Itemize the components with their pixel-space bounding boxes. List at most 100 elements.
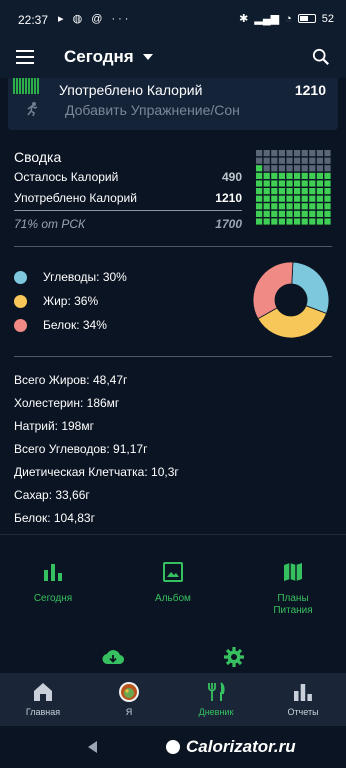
calorie-grid-cell [324,203,331,210]
calorie-grid-cell [316,172,323,179]
calorie-grid-cell [316,165,323,172]
map-icon [284,563,302,581]
calorie-grid-cell [263,188,270,195]
bottom-nav: Главная Я Дневник Отчеты [0,673,346,726]
calorie-grid-cell [301,218,308,225]
calorie-grid-cell [286,210,293,217]
calorie-grid-cell [294,165,301,172]
calorie-grid-cell [294,172,301,179]
nutrient-fiber: Диетическая Клетчатка: 10,3г [14,465,179,479]
calorie-grid-cell [271,150,278,157]
system-icons: ✱ ▂▄▆ ◔ 52 [239,12,334,26]
nav-reports[interactable]: Отчеты [260,673,346,726]
section-divider [14,246,332,247]
calorie-grid-cell [294,210,301,217]
calorie-grid-cell [309,195,316,202]
calorie-grid-cell [301,157,308,164]
calorie-grid-cell [309,165,316,172]
calorie-grid-cell [263,150,270,157]
calorie-grid-cell [324,180,331,187]
calorie-grid-cell [271,188,278,195]
legend-fat: Жир: 36% [14,294,98,308]
legend-dot-fat [14,294,27,308]
calorie-grid-cell [324,172,331,179]
shortcut-meal-plans[interactable]: Планы Питания [243,561,343,617]
calorie-grid-cell [316,188,323,195]
shortcut-today-label: Сегодня [33,593,73,604]
calorie-grid-cell [309,210,316,217]
legend-label-carbs: Углеводы: 30% [43,270,127,284]
calorie-grid-cell [263,210,270,217]
add-exercise-button[interactable]: Добавить Упражнение/Сон [65,102,240,118]
legend-label-protein: Белок: 34% [43,318,107,332]
nav-me[interactable]: Я [86,673,172,726]
legend-label-fat: Жир: 36% [43,294,99,308]
calorie-grid-cell [278,218,285,225]
calorie-grid-cell [278,165,285,172]
chevron-down-icon[interactable] [143,54,153,60]
calorie-grid-cell [263,165,270,172]
calorie-grid-cell [324,210,331,217]
watermark-logo-icon [166,740,180,754]
nav-home-label: Главная [25,707,61,717]
calorie-grid-cell [309,218,316,225]
back-icon[interactable] [88,741,97,753]
date-selector[interactable]: Сегодня [64,47,134,67]
calorie-grid-cell [286,172,293,179]
donut-slice-carbs [291,261,330,315]
cloud-download-icon[interactable] [102,647,124,667]
calorie-grid-cell [309,203,316,210]
calorie-grid-cell [271,203,278,210]
fork-knife-icon [208,682,225,701]
legend-dot-carbs [14,270,27,284]
calorie-grid-cell [263,203,270,210]
summary-title: Сводка [14,149,62,165]
nav-home[interactable]: Главная [0,673,86,726]
calorie-grid-cell [256,195,263,202]
image-icon [163,562,183,582]
meal-card: Употреблено Калорий 1210 Добавить Упражн… [8,78,338,130]
calorie-grid-cell [316,195,323,202]
consumed-value: 1210 [294,82,326,98]
menu-icon[interactable] [16,50,34,64]
search-icon[interactable] [312,48,330,66]
calorie-grid-cell [256,218,263,225]
nutrient-fat: Всего Жиров: 48,47г [14,373,128,387]
calorie-grid-cell [301,203,308,210]
calorie-grid-cell [301,165,308,172]
calorie-grid-cell [278,195,285,202]
calorie-grid-cell [286,157,293,164]
calorie-grid-cell [301,210,308,217]
rdi-value: 1700 [215,217,242,231]
shortcut-meal-plans-label: Планы Питания [273,593,313,616]
gear-icon[interactable] [223,646,245,668]
legend-protein: Белок: 34% [14,318,107,332]
nav-diary-label: Дневник [198,707,234,717]
calorie-grid-cell [316,157,323,164]
shortcut-album[interactable]: Альбом [123,561,223,605]
nav-reports-label: Отчеты [287,707,319,717]
calorie-grid-cell [309,188,316,195]
consumed-label: Употреблено Калорий [59,82,203,98]
shortcut-today[interactable]: Сегодня [3,561,103,605]
calorie-grid-cell [316,203,323,210]
legend-carbs: Углеводы: 30% [14,270,127,284]
nutrient-carbs: Всего Углеводов: 91,17г [14,442,148,456]
signal-icon: ▂▄▆ [254,13,280,25]
calorie-grid-cell [256,210,263,217]
nav-diary[interactable]: Дневник [173,673,259,726]
app-bar: Сегодня [0,40,346,78]
calorie-grid-cell [301,180,308,187]
calorie-grid-cell [286,150,293,157]
calorie-grid-cell [301,150,308,157]
calorie-grid-cell [294,203,301,210]
shortcut-album-label: Альбом [155,593,191,604]
calorie-grid-cell [316,210,323,217]
calorie-grid-cell [286,165,293,172]
status-time: 22:37 [18,13,49,27]
calorie-grid-cell [256,203,263,210]
calorie-grid-cell [309,172,316,179]
calorie-grid-cell [286,180,293,187]
bar-chart-icon [294,684,312,701]
calorie-grid-cell [271,165,278,172]
